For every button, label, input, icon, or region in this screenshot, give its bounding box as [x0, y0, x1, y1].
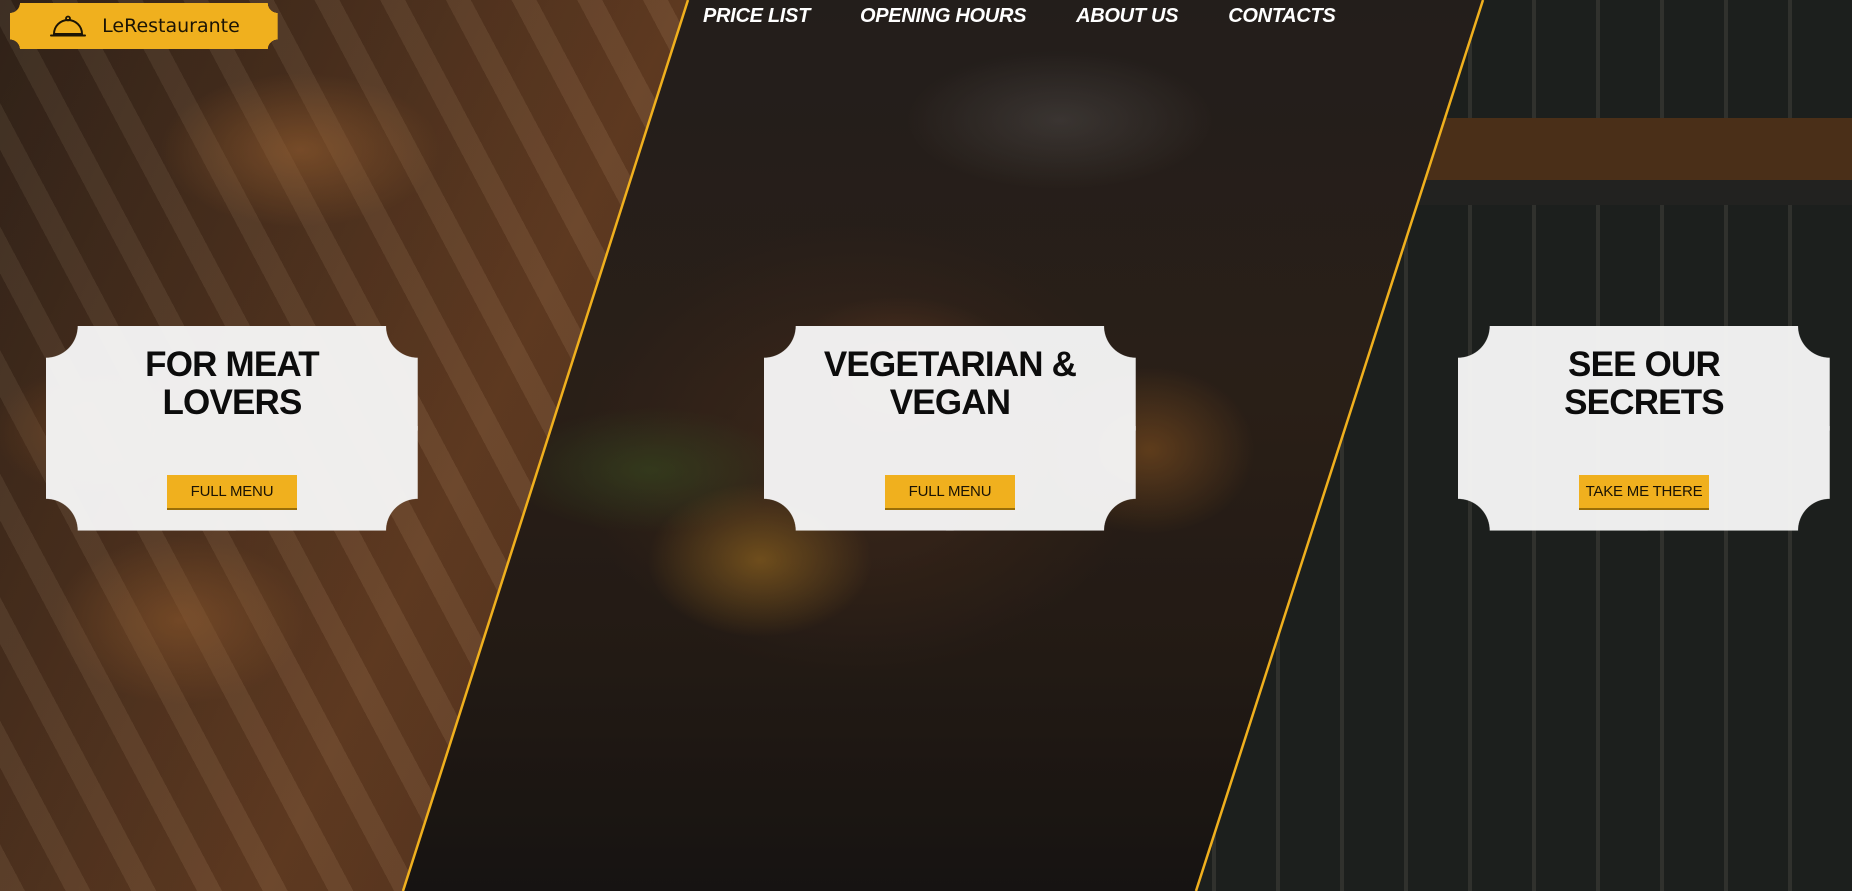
main-nav: PRICE LIST OPENING HOURS ABOUT US CONTAC…	[703, 5, 1336, 28]
card-title: VEGETARIAN & VEGAN	[823, 345, 1077, 422]
cloche-icon	[50, 15, 87, 37]
take-me-there-button[interactable]: TAKE ME THERE	[1579, 475, 1709, 508]
card-title: FOR MEAT LOVERS	[145, 345, 320, 422]
brand-name: LeRestaurante	[102, 15, 240, 37]
secrets-card: SEE OUR SECRETS TAKE ME THERE	[1458, 326, 1830, 531]
card-title: SEE OUR SECRETS	[1564, 345, 1725, 422]
nav-price-list[interactable]: PRICE LIST	[703, 5, 810, 28]
nav-opening-hours[interactable]: OPENING HOURS	[860, 5, 1026, 28]
nav-about-us[interactable]: ABOUT US	[1076, 5, 1178, 28]
brand-logo[interactable]: LeRestaurante	[10, 3, 278, 49]
vegetarian-card: VEGETARIAN & VEGAN FULL MENU	[764, 326, 1136, 531]
full-menu-button[interactable]: FULL MENU	[167, 475, 297, 508]
meat-lovers-card: FOR MEAT LOVERS FULL MENU	[46, 326, 418, 531]
nav-contacts[interactable]: CONTACTS	[1228, 5, 1336, 28]
full-menu-button[interactable]: FULL MENU	[885, 475, 1015, 508]
